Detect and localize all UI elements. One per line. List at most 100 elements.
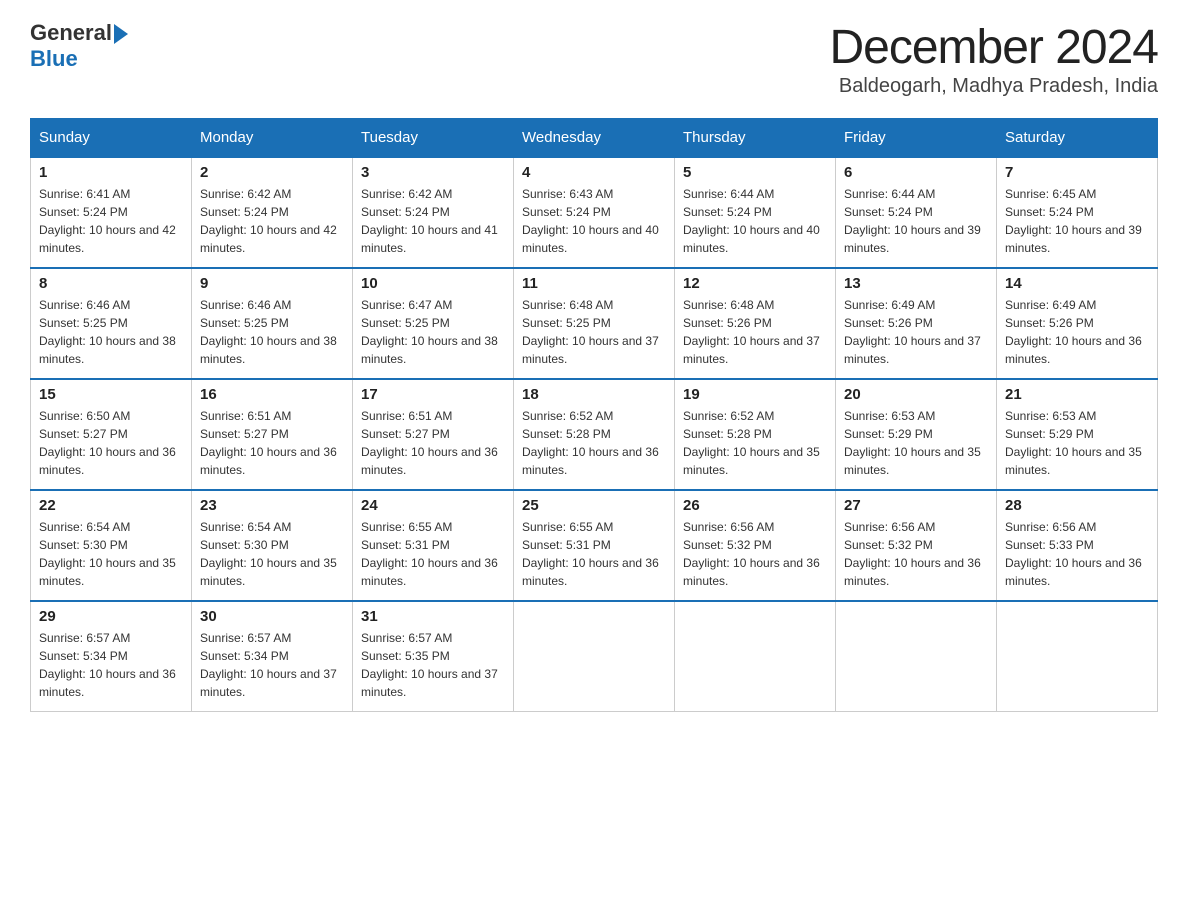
day-info: Sunrise: 6:51 AM Sunset: 5:27 PM Dayligh…	[361, 407, 505, 479]
day-number: 28	[1005, 497, 1149, 514]
day-number: 19	[683, 386, 827, 403]
calendar-cell: 1 Sunrise: 6:41 AM Sunset: 5:24 PM Dayli…	[31, 157, 192, 268]
day-info: Sunrise: 6:46 AM Sunset: 5:25 PM Dayligh…	[200, 296, 344, 368]
title-section: December 2024 Baldeogarh, Madhya Pradesh…	[829, 20, 1158, 98]
day-info: Sunrise: 6:52 AM Sunset: 5:28 PM Dayligh…	[522, 407, 666, 479]
day-number: 5	[683, 164, 827, 181]
week-row-3: 15 Sunrise: 6:50 AM Sunset: 5:27 PM Dayl…	[31, 379, 1158, 490]
day-info: Sunrise: 6:49 AM Sunset: 5:26 PM Dayligh…	[1005, 296, 1149, 368]
day-number: 24	[361, 497, 505, 514]
day-info: Sunrise: 6:53 AM Sunset: 5:29 PM Dayligh…	[1005, 407, 1149, 479]
calendar-cell: 15 Sunrise: 6:50 AM Sunset: 5:27 PM Dayl…	[31, 379, 192, 490]
day-number: 14	[1005, 275, 1149, 292]
day-info: Sunrise: 6:48 AM Sunset: 5:25 PM Dayligh…	[522, 296, 666, 368]
day-info: Sunrise: 6:56 AM Sunset: 5:32 PM Dayligh…	[683, 518, 827, 590]
calendar-cell: 14 Sunrise: 6:49 AM Sunset: 5:26 PM Dayl…	[997, 268, 1158, 379]
logo-blue-text: Blue	[30, 46, 78, 71]
day-info: Sunrise: 6:41 AM Sunset: 5:24 PM Dayligh…	[39, 185, 183, 257]
day-of-week-thursday: Thursday	[675, 119, 836, 158]
day-info: Sunrise: 6:53 AM Sunset: 5:29 PM Dayligh…	[844, 407, 988, 479]
calendar-cell: 24 Sunrise: 6:55 AM Sunset: 5:31 PM Dayl…	[353, 490, 514, 601]
day-number: 30	[200, 608, 344, 625]
calendar-cell: 10 Sunrise: 6:47 AM Sunset: 5:25 PM Dayl…	[353, 268, 514, 379]
day-number: 12	[683, 275, 827, 292]
day-info: Sunrise: 6:55 AM Sunset: 5:31 PM Dayligh…	[361, 518, 505, 590]
calendar-title: December 2024	[829, 20, 1158, 75]
day-number: 20	[844, 386, 988, 403]
day-number: 8	[39, 275, 183, 292]
calendar-cell: 21 Sunrise: 6:53 AM Sunset: 5:29 PM Dayl…	[997, 379, 1158, 490]
calendar-cell: 31 Sunrise: 6:57 AM Sunset: 5:35 PM Dayl…	[353, 601, 514, 712]
day-number: 1	[39, 164, 183, 181]
day-info: Sunrise: 6:57 AM Sunset: 5:34 PM Dayligh…	[200, 629, 344, 701]
calendar-table: SundayMondayTuesdayWednesdayThursdayFrid…	[30, 118, 1158, 712]
day-info: Sunrise: 6:46 AM Sunset: 5:25 PM Dayligh…	[39, 296, 183, 368]
calendar-cell: 26 Sunrise: 6:56 AM Sunset: 5:32 PM Dayl…	[675, 490, 836, 601]
day-of-week-wednesday: Wednesday	[514, 119, 675, 158]
calendar-cell: 13 Sunrise: 6:49 AM Sunset: 5:26 PM Dayl…	[836, 268, 997, 379]
calendar-cell: 28 Sunrise: 6:56 AM Sunset: 5:33 PM Dayl…	[997, 490, 1158, 601]
day-info: Sunrise: 6:56 AM Sunset: 5:33 PM Dayligh…	[1005, 518, 1149, 590]
calendar-cell: 4 Sunrise: 6:43 AM Sunset: 5:24 PM Dayli…	[514, 157, 675, 268]
calendar-cell: 16 Sunrise: 6:51 AM Sunset: 5:27 PM Dayl…	[192, 379, 353, 490]
calendar-cell: 6 Sunrise: 6:44 AM Sunset: 5:24 PM Dayli…	[836, 157, 997, 268]
calendar-cell: 25 Sunrise: 6:55 AM Sunset: 5:31 PM Dayl…	[514, 490, 675, 601]
day-number: 13	[844, 275, 988, 292]
day-info: Sunrise: 6:47 AM Sunset: 5:25 PM Dayligh…	[361, 296, 505, 368]
calendar-cell: 29 Sunrise: 6:57 AM Sunset: 5:34 PM Dayl…	[31, 601, 192, 712]
day-info: Sunrise: 6:57 AM Sunset: 5:35 PM Dayligh…	[361, 629, 505, 701]
day-info: Sunrise: 6:43 AM Sunset: 5:24 PM Dayligh…	[522, 185, 666, 257]
calendar-cell	[675, 601, 836, 712]
day-info: Sunrise: 6:44 AM Sunset: 5:24 PM Dayligh…	[844, 185, 988, 257]
day-info: Sunrise: 6:42 AM Sunset: 5:24 PM Dayligh…	[361, 185, 505, 257]
day-number: 18	[522, 386, 666, 403]
logo: GeneralBlue	[30, 20, 128, 72]
calendar-cell: 12 Sunrise: 6:48 AM Sunset: 5:26 PM Dayl…	[675, 268, 836, 379]
day-number: 29	[39, 608, 183, 625]
calendar-cell: 8 Sunrise: 6:46 AM Sunset: 5:25 PM Dayli…	[31, 268, 192, 379]
calendar-cell: 9 Sunrise: 6:46 AM Sunset: 5:25 PM Dayli…	[192, 268, 353, 379]
day-info: Sunrise: 6:54 AM Sunset: 5:30 PM Dayligh…	[200, 518, 344, 590]
logo-text: GeneralBlue	[30, 20, 128, 72]
day-number: 26	[683, 497, 827, 514]
calendar-cell: 7 Sunrise: 6:45 AM Sunset: 5:24 PM Dayli…	[997, 157, 1158, 268]
day-number: 23	[200, 497, 344, 514]
calendar-cell: 20 Sunrise: 6:53 AM Sunset: 5:29 PM Dayl…	[836, 379, 997, 490]
day-number: 3	[361, 164, 505, 181]
calendar-header: SundayMondayTuesdayWednesdayThursdayFrid…	[31, 119, 1158, 158]
calendar-cell: 11 Sunrise: 6:48 AM Sunset: 5:25 PM Dayl…	[514, 268, 675, 379]
calendar-cell: 23 Sunrise: 6:54 AM Sunset: 5:30 PM Dayl…	[192, 490, 353, 601]
day-number: 7	[1005, 164, 1149, 181]
day-info: Sunrise: 6:49 AM Sunset: 5:26 PM Dayligh…	[844, 296, 988, 368]
day-number: 11	[522, 275, 666, 292]
day-info: Sunrise: 6:52 AM Sunset: 5:28 PM Dayligh…	[683, 407, 827, 479]
day-of-week-sunday: Sunday	[31, 119, 192, 158]
calendar-cell: 3 Sunrise: 6:42 AM Sunset: 5:24 PM Dayli…	[353, 157, 514, 268]
calendar-cell	[997, 601, 1158, 712]
day-number: 21	[1005, 386, 1149, 403]
day-number: 22	[39, 497, 183, 514]
calendar-cell: 18 Sunrise: 6:52 AM Sunset: 5:28 PM Dayl…	[514, 379, 675, 490]
day-of-week-saturday: Saturday	[997, 119, 1158, 158]
day-of-week-friday: Friday	[836, 119, 997, 158]
day-number: 25	[522, 497, 666, 514]
day-number: 10	[361, 275, 505, 292]
day-number: 17	[361, 386, 505, 403]
calendar-cell: 30 Sunrise: 6:57 AM Sunset: 5:34 PM Dayl…	[192, 601, 353, 712]
week-row-2: 8 Sunrise: 6:46 AM Sunset: 5:25 PM Dayli…	[31, 268, 1158, 379]
calendar-cell: 5 Sunrise: 6:44 AM Sunset: 5:24 PM Dayli…	[675, 157, 836, 268]
week-row-5: 29 Sunrise: 6:57 AM Sunset: 5:34 PM Dayl…	[31, 601, 1158, 712]
day-info: Sunrise: 6:45 AM Sunset: 5:24 PM Dayligh…	[1005, 185, 1149, 257]
calendar-cell: 19 Sunrise: 6:52 AM Sunset: 5:28 PM Dayl…	[675, 379, 836, 490]
calendar-cell	[514, 601, 675, 712]
day-info: Sunrise: 6:54 AM Sunset: 5:30 PM Dayligh…	[39, 518, 183, 590]
day-number: 16	[200, 386, 344, 403]
day-info: Sunrise: 6:44 AM Sunset: 5:24 PM Dayligh…	[683, 185, 827, 257]
page-header: GeneralBlue December 2024 Baldeogarh, Ma…	[30, 20, 1158, 98]
days-of-week-row: SundayMondayTuesdayWednesdayThursdayFrid…	[31, 119, 1158, 158]
calendar-cell: 17 Sunrise: 6:51 AM Sunset: 5:27 PM Dayl…	[353, 379, 514, 490]
day-info: Sunrise: 6:50 AM Sunset: 5:27 PM Dayligh…	[39, 407, 183, 479]
day-number: 15	[39, 386, 183, 403]
day-number: 27	[844, 497, 988, 514]
day-number: 4	[522, 164, 666, 181]
